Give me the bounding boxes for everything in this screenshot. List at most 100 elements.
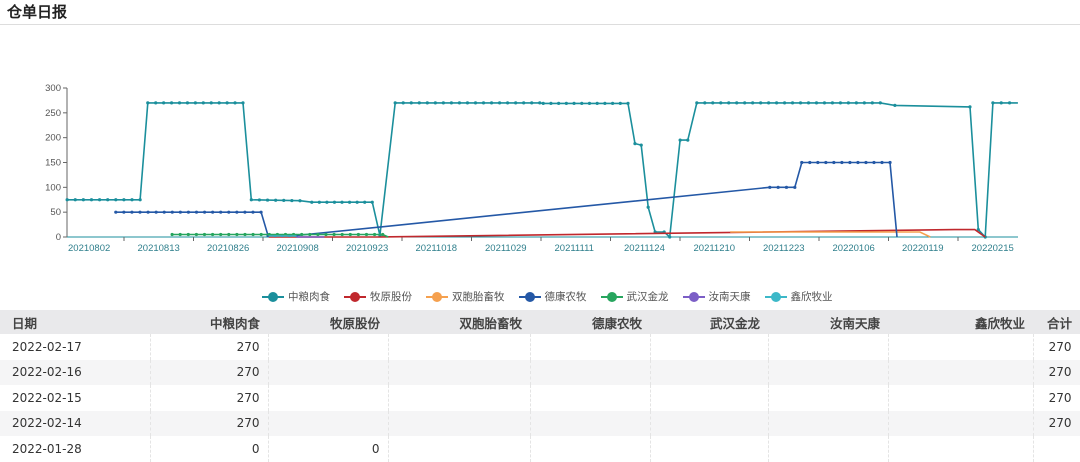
series-point	[89, 198, 94, 202]
series-point	[177, 101, 182, 105]
table-cell	[888, 359, 1034, 385]
y-tick-label: 150	[45, 158, 61, 169]
series-point	[219, 232, 223, 237]
legend-item[interactable]: 鑫欣牧业	[764, 289, 833, 304]
series-point	[880, 160, 884, 165]
series-point	[259, 210, 263, 214]
column-header[interactable]: 日期	[0, 310, 150, 334]
series-point	[282, 198, 286, 203]
series-point	[497, 101, 502, 105]
legend-marker-icon	[344, 291, 366, 302]
legend-item[interactable]: 武汉金龙	[600, 289, 669, 304]
table-cell: 270	[1033, 410, 1080, 436]
table-cell	[388, 436, 531, 462]
series-point	[719, 101, 723, 105]
series-point	[626, 101, 630, 105]
series-point	[893, 103, 897, 107]
legend-item[interactable]: 德康农牧	[518, 289, 587, 304]
legend-label: 双胞胎畜牧	[452, 291, 505, 303]
series-point	[363, 200, 367, 204]
series-point	[298, 199, 302, 203]
series-point	[425, 101, 429, 105]
series-point	[81, 198, 85, 202]
x-tick-label: 20210908	[277, 243, 319, 254]
series-point	[530, 101, 534, 105]
table-cell	[388, 359, 531, 385]
table-cell	[888, 410, 1034, 436]
series-point	[170, 232, 174, 237]
series-line-0	[67, 102, 1018, 239]
series-point	[202, 232, 207, 237]
table-cell: 2022-02-17	[0, 334, 151, 360]
series-point	[441, 101, 445, 105]
series-point	[217, 101, 221, 105]
series-point	[695, 101, 699, 105]
series-point	[227, 232, 231, 237]
series-point	[727, 101, 731, 105]
y-tick-label: 0	[56, 232, 61, 243]
series-point	[481, 101, 486, 105]
legend-marker-icon	[764, 291, 787, 302]
series-point	[186, 232, 190, 237]
legend-item[interactable]: 中粮肉食	[262, 289, 330, 304]
column-header[interactable]: 双胞胎畜牧	[388, 310, 530, 334]
column-header[interactable]: 中粮肉食	[150, 310, 268, 334]
series-point	[814, 101, 819, 105]
column-header[interactable]: 鑫欣牧业	[888, 310, 1033, 334]
column-header[interactable]: 牧原股份	[268, 310, 388, 334]
series-point	[872, 160, 876, 165]
series-point	[808, 160, 812, 165]
series-point	[201, 101, 205, 105]
table-row: 2022-02-17 270 270	[0, 334, 1080, 360]
series-point	[209, 101, 213, 105]
legend-marker-icon	[518, 291, 541, 302]
legend-item[interactable]: 牧原股份	[344, 289, 412, 304]
table-cell	[530, 410, 651, 436]
table-cell: 2022-01-28	[0, 436, 151, 462]
series-point	[146, 101, 150, 105]
table-cell	[530, 334, 651, 360]
column-header[interactable]: 武汉金龙	[650, 310, 768, 334]
series-point	[703, 101, 707, 105]
table-cell	[388, 410, 531, 436]
legend-item[interactable]: 汝南天康	[682, 289, 751, 304]
table-cell	[768, 410, 889, 436]
series-point	[170, 210, 174, 214]
column-header[interactable]: 合计	[1033, 310, 1080, 334]
series-point	[251, 210, 255, 214]
table-cell: 270	[1033, 359, 1080, 385]
series-point	[678, 138, 682, 142]
series-point	[186, 210, 191, 214]
series-point	[274, 198, 278, 202]
series-point	[138, 198, 142, 202]
series-point	[178, 232, 182, 237]
series-point	[243, 232, 247, 237]
series-point	[564, 101, 568, 105]
x-tick-label: 20211124	[624, 243, 665, 254]
series-point	[768, 185, 772, 189]
series-point	[633, 142, 637, 146]
y-tick-label: 50	[50, 207, 61, 218]
x-tick-label: 20211029	[485, 243, 527, 254]
series-point	[618, 101, 622, 105]
series-point	[822, 101, 827, 105]
column-header[interactable]: 德康农牧	[530, 310, 650, 334]
series-point	[332, 232, 336, 237]
series-point	[210, 232, 215, 237]
chart-legend: 中粮肉食 牧原股份 双胞胎畜牧 德康农牧 武汉金龙 汝南天康 鑫欣牧业	[262, 289, 833, 304]
series-point	[846, 101, 850, 105]
column-header[interactable]: 汝南天康	[768, 310, 888, 334]
series-point	[888, 160, 892, 165]
table-cell	[650, 385, 769, 411]
legend-item[interactable]: 双胞胎畜牧	[426, 289, 505, 304]
table-cell	[650, 359, 769, 385]
x-tick-label: 20211018	[416, 243, 458, 254]
table-cell	[888, 334, 1034, 360]
series-point	[194, 210, 199, 214]
table-cell: 270	[150, 359, 269, 385]
series-point	[489, 101, 494, 105]
series-line-2	[730, 231, 931, 238]
x-tick-label: 20211210	[694, 243, 736, 254]
series-point	[241, 101, 245, 105]
series-point	[816, 160, 820, 165]
